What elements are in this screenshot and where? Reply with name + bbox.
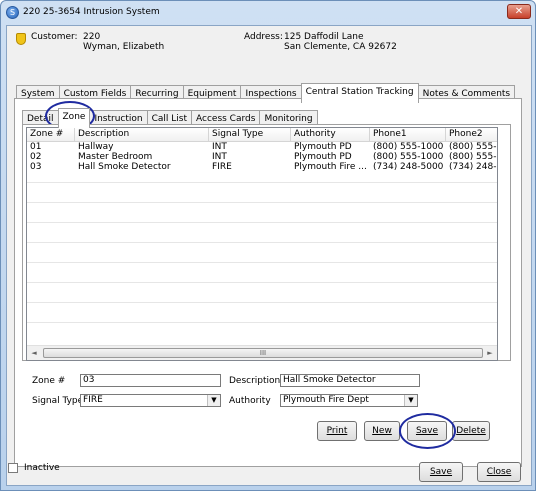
customer-number: 220 xyxy=(83,32,101,42)
cell-signal-type: INT xyxy=(212,142,227,152)
cell-phone2: (800) 555-1: xyxy=(449,142,497,152)
col-header-phone2[interactable]: Phone2 xyxy=(446,128,497,141)
cell-phone1: (800) 555-1000 xyxy=(373,152,444,162)
cell-zone: 01 xyxy=(30,142,42,152)
shield-icon xyxy=(16,33,26,45)
signal-type-label: Signal Type xyxy=(32,396,84,406)
customer-name: Wyman, Elizabeth xyxy=(83,42,165,52)
col-header-signal-type[interactable]: Signal Type xyxy=(209,128,291,141)
table-row[interactable]: 02 Master Bedroom INT Plymouth PD (800) … xyxy=(27,152,497,162)
table-row[interactable]: 01 Hallway INT Plymouth PD (800) 555-100… xyxy=(27,142,497,152)
app-icon: S xyxy=(6,6,19,19)
cell-description: Master Bedroom xyxy=(78,152,153,162)
cell-signal-type: INT xyxy=(212,152,227,162)
address-line1: 125 Daffodil Lane xyxy=(284,32,364,42)
customer-label: Customer: xyxy=(31,32,78,42)
authority-value: Plymouth Fire Dept xyxy=(283,395,369,405)
cell-authority: Plymouth PD xyxy=(294,142,352,152)
window-title: 220 25-3654 Intrusion System xyxy=(23,7,160,17)
window-close-button[interactable]: ✕ xyxy=(507,4,531,19)
signal-type-value: FIRE xyxy=(83,395,103,405)
col-header-authority[interactable]: Authority xyxy=(291,128,370,141)
authority-select[interactable]: Plymouth Fire Dept ▼ xyxy=(280,394,418,407)
save-button[interactable]: Save xyxy=(407,421,447,441)
new-button[interactable]: New xyxy=(364,421,400,441)
delete-button[interactable]: Delete xyxy=(452,421,490,441)
title-bar: S 220 25-3654 Intrusion System ✕ xyxy=(1,1,537,25)
cell-phone1: (800) 555-1000 xyxy=(373,142,444,152)
grid-header: Zone # Description Signal Type Authority… xyxy=(27,128,497,142)
cell-description: Hall Smoke Detector xyxy=(78,162,171,172)
zone-number-field[interactable]: 03 xyxy=(80,374,221,387)
subtab-zone[interactable]: Zone xyxy=(57,108,91,128)
col-header-zone[interactable]: Zone # xyxy=(27,128,75,141)
chevron-down-icon[interactable]: ▼ xyxy=(404,395,417,406)
col-header-description[interactable]: Description xyxy=(75,128,209,141)
close-button[interactable]: Close xyxy=(477,462,521,482)
cell-authority: Plymouth PD xyxy=(294,152,352,162)
cell-authority: Plymouth Fire ... xyxy=(294,162,367,172)
cell-signal-type: FIRE xyxy=(212,162,232,172)
scroll-right-icon[interactable]: ► xyxy=(485,348,495,358)
inactive-checkbox[interactable] xyxy=(8,463,18,473)
col-header-phone1[interactable]: Phone1 xyxy=(370,128,446,141)
print-button[interactable]: Print xyxy=(317,421,357,441)
scroll-left-icon[interactable]: ◄ xyxy=(29,348,39,358)
address-label: Address: xyxy=(244,32,283,42)
authority-label: Authority xyxy=(229,396,271,406)
zone-grid[interactable]: Zone # Description Signal Type Authority… xyxy=(26,127,498,361)
cell-phone2: (800) 555-1: xyxy=(449,152,497,162)
bottom-save-button[interactable]: Save xyxy=(419,462,463,482)
address-line2: San Clemente, CA 92672 xyxy=(284,42,397,52)
zone-number-label: Zone # xyxy=(32,376,66,386)
cell-phone2: (734) 248-5: xyxy=(449,162,497,172)
cell-zone: 03 xyxy=(30,162,42,172)
grid-horizontal-scrollbar[interactable]: ◄ III ► xyxy=(27,345,497,360)
description-label: Description xyxy=(229,376,281,386)
signal-type-select[interactable]: FIRE ▼ xyxy=(80,394,221,407)
description-field[interactable]: Hall Smoke Detector xyxy=(280,374,420,387)
tab-central-station-tracking[interactable]: Central Station Tracking xyxy=(300,83,419,103)
cell-description: Hallway xyxy=(78,142,114,152)
chevron-down-icon[interactable]: ▼ xyxy=(207,395,220,406)
inactive-label: Inactive xyxy=(24,463,60,473)
cell-zone: 02 xyxy=(30,152,42,162)
table-row[interactable]: 03 Hall Smoke Detector FIRE Plymouth Fir… xyxy=(27,162,497,172)
scroll-thumb[interactable]: III xyxy=(43,348,483,358)
cell-phone1: (734) 248-5000 xyxy=(373,162,444,172)
